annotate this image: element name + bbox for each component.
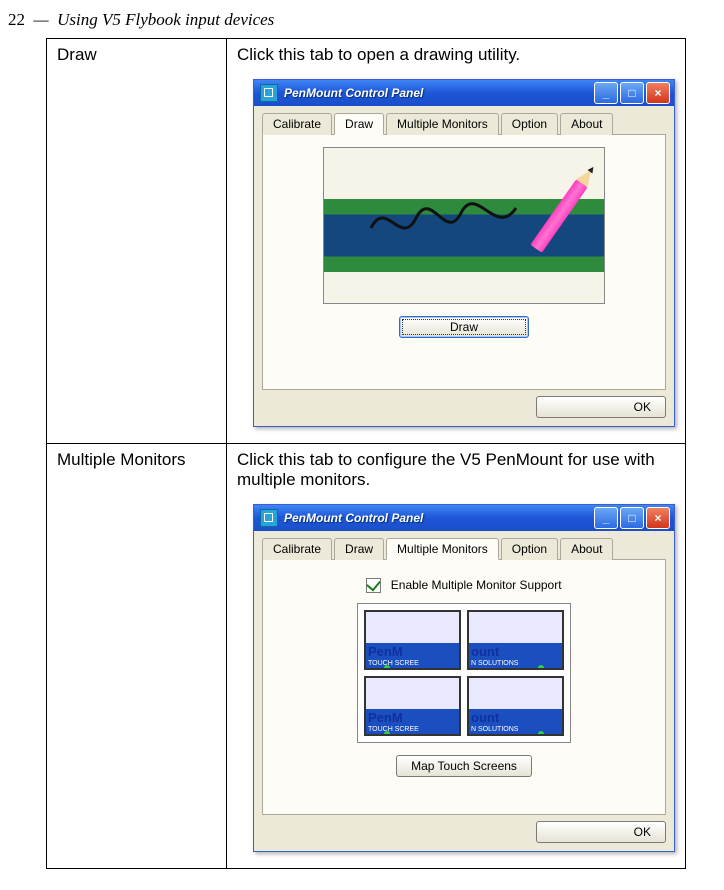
monitor-logo: ount: [469, 644, 562, 659]
app-icon: [260, 509, 278, 527]
monitor-logo: PenM: [366, 644, 459, 659]
feature-table: Draw Click this tab to open a drawing ut…: [46, 38, 686, 869]
penmount-window-draw: PenMount Control Panel _ □ × Calibrate D…: [253, 79, 675, 427]
tab-calibrate[interactable]: Calibrate: [262, 113, 332, 135]
enable-multi-monitor-checkbox[interactable]: [366, 578, 381, 593]
tab-multiple-monitors[interactable]: Multiple Monitors: [386, 113, 499, 135]
monitor-thumb[interactable]: PenM TOUCH SCREE: [364, 676, 461, 736]
row-content-multiple-monitors: Click this tab to configure the V5 PenMo…: [227, 444, 686, 869]
monitor-thumb[interactable]: PenM TOUCH SCREE: [364, 610, 461, 670]
led-dot-icon: [384, 665, 390, 670]
ok-button[interactable]: OK: [536, 396, 666, 418]
window-title: PenMount Control Panel: [284, 86, 594, 100]
table-row: Multiple Monitors Click this tab to conf…: [47, 444, 686, 869]
tab-about[interactable]: About: [560, 538, 613, 560]
led-dot-icon: [538, 665, 544, 670]
page-number: 22: [8, 10, 25, 29]
monitor-logo: ount: [469, 710, 562, 725]
tab-option[interactable]: Option: [501, 538, 558, 560]
tab-calibrate[interactable]: Calibrate: [262, 538, 332, 560]
scribble-icon: [366, 188, 536, 258]
row-desc-draw: Click this tab to open a drawing utility…: [237, 45, 675, 65]
monitor-grid[interactable]: PenM TOUCH SCREE ount N SOLUTIONS: [357, 603, 571, 743]
tabs: Calibrate Draw Multiple Monitors Option …: [262, 537, 666, 560]
maximize-button[interactable]: □: [620, 82, 644, 104]
row-label-draw: Draw: [47, 39, 227, 444]
close-button[interactable]: ×: [646, 507, 670, 529]
tab-draw[interactable]: Draw: [334, 113, 384, 135]
titlebar[interactable]: PenMount Control Panel _ □ ×: [254, 80, 674, 106]
ok-button[interactable]: OK: [536, 821, 666, 843]
maximize-button[interactable]: □: [620, 507, 644, 529]
table-row: Draw Click this tab to open a drawing ut…: [47, 39, 686, 444]
monitor-sub: N SOLUTIONS: [469, 659, 562, 668]
monitor-thumb[interactable]: ount N SOLUTIONS: [467, 610, 564, 670]
led-dot-icon: [384, 731, 390, 736]
minimize-button[interactable]: _: [594, 82, 618, 104]
penmount-window-multi: PenMount Control Panel _ □ × Calibrate D…: [253, 504, 675, 852]
row-content-draw: Click this tab to open a drawing utility…: [227, 39, 686, 444]
titlebar[interactable]: PenMount Control Panel _ □ ×: [254, 505, 674, 531]
monitor-sub: TOUCH SCREE: [366, 659, 459, 668]
monitor-sub: TOUCH SCREE: [366, 725, 459, 734]
section-title: Using V5 Flybook input devices: [57, 10, 274, 29]
tab-option[interactable]: Option: [501, 113, 558, 135]
close-button[interactable]: ×: [646, 82, 670, 104]
draw-button[interactable]: Draw: [399, 316, 529, 338]
tab-multiple-monitors[interactable]: Multiple Monitors: [386, 538, 499, 560]
page-header: 22 — Using V5 Flybook input devices: [0, 0, 724, 38]
row-desc-multiple-monitors: Click this tab to configure the V5 PenMo…: [237, 450, 675, 490]
monitor-sub: N SOLUTIONS: [469, 725, 562, 734]
monitor-thumb[interactable]: ount N SOLUTIONS: [467, 676, 564, 736]
window-title: PenMount Control Panel: [284, 511, 594, 525]
led-dot-icon: [538, 731, 544, 736]
app-icon: [260, 84, 278, 102]
map-touch-screens-button[interactable]: Map Touch Screens: [396, 755, 532, 777]
minimize-button[interactable]: _: [594, 507, 618, 529]
draw-canvas[interactable]: [323, 147, 605, 304]
tab-draw[interactable]: Draw: [334, 538, 384, 560]
row-label-multiple-monitors: Multiple Monitors: [47, 444, 227, 869]
pencil-icon: [530, 179, 587, 253]
enable-multi-monitor-label: Enable Multiple Monitor Support: [391, 578, 562, 592]
tabs: Calibrate Draw Multiple Monitors Option …: [262, 112, 666, 135]
tab-about[interactable]: About: [560, 113, 613, 135]
monitor-logo: PenM: [366, 710, 459, 725]
